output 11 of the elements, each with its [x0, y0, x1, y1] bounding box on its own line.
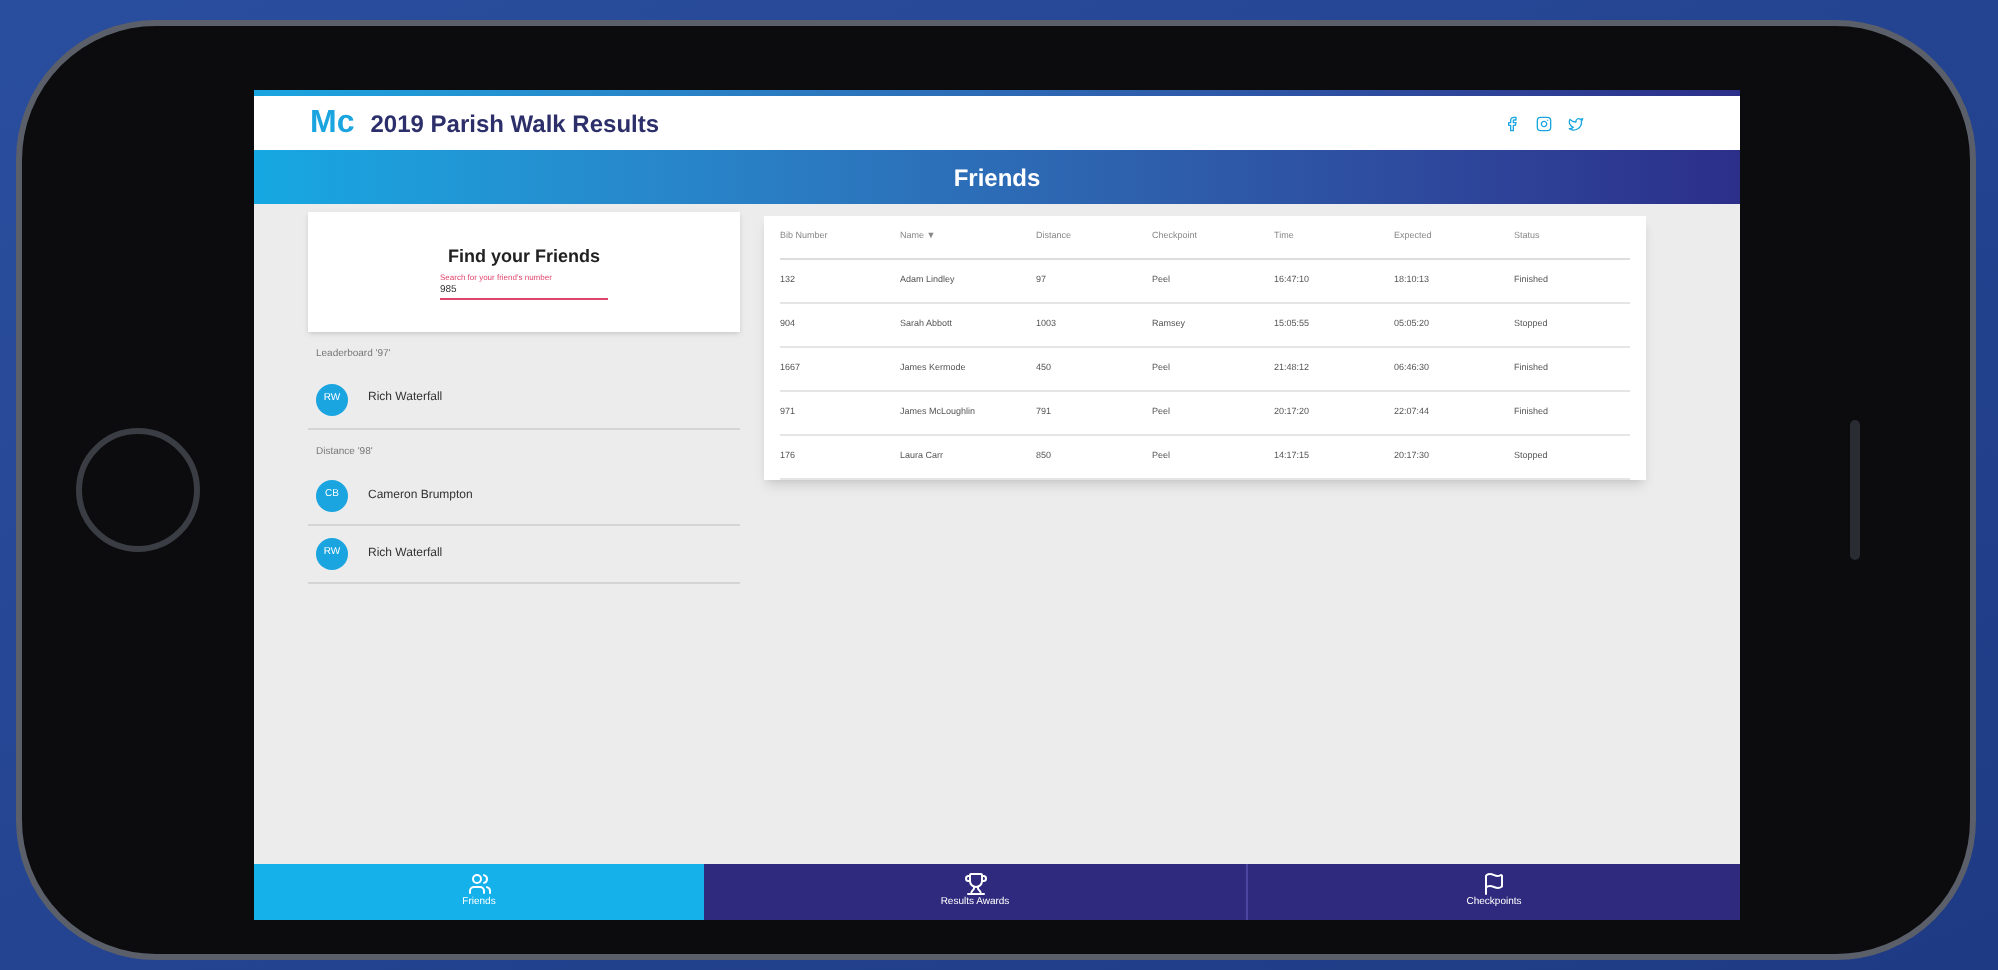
trophy-icon: [963, 872, 987, 897]
search-title: Find your Friends: [447, 244, 600, 271]
instagram-icon[interactable]: [1536, 115, 1552, 131]
flag-icon: [1482, 872, 1506, 897]
logo: Mc: [310, 107, 355, 139]
facebook-icon[interactable]: [1504, 115, 1520, 131]
people-icon: [467, 872, 491, 897]
twitter-icon[interactable]: [1568, 115, 1584, 131]
page-title: Friends: [953, 161, 1041, 195]
speaker-slot: [1850, 420, 1860, 560]
app-title: 2019 Parish Walk Results: [370, 107, 660, 141]
